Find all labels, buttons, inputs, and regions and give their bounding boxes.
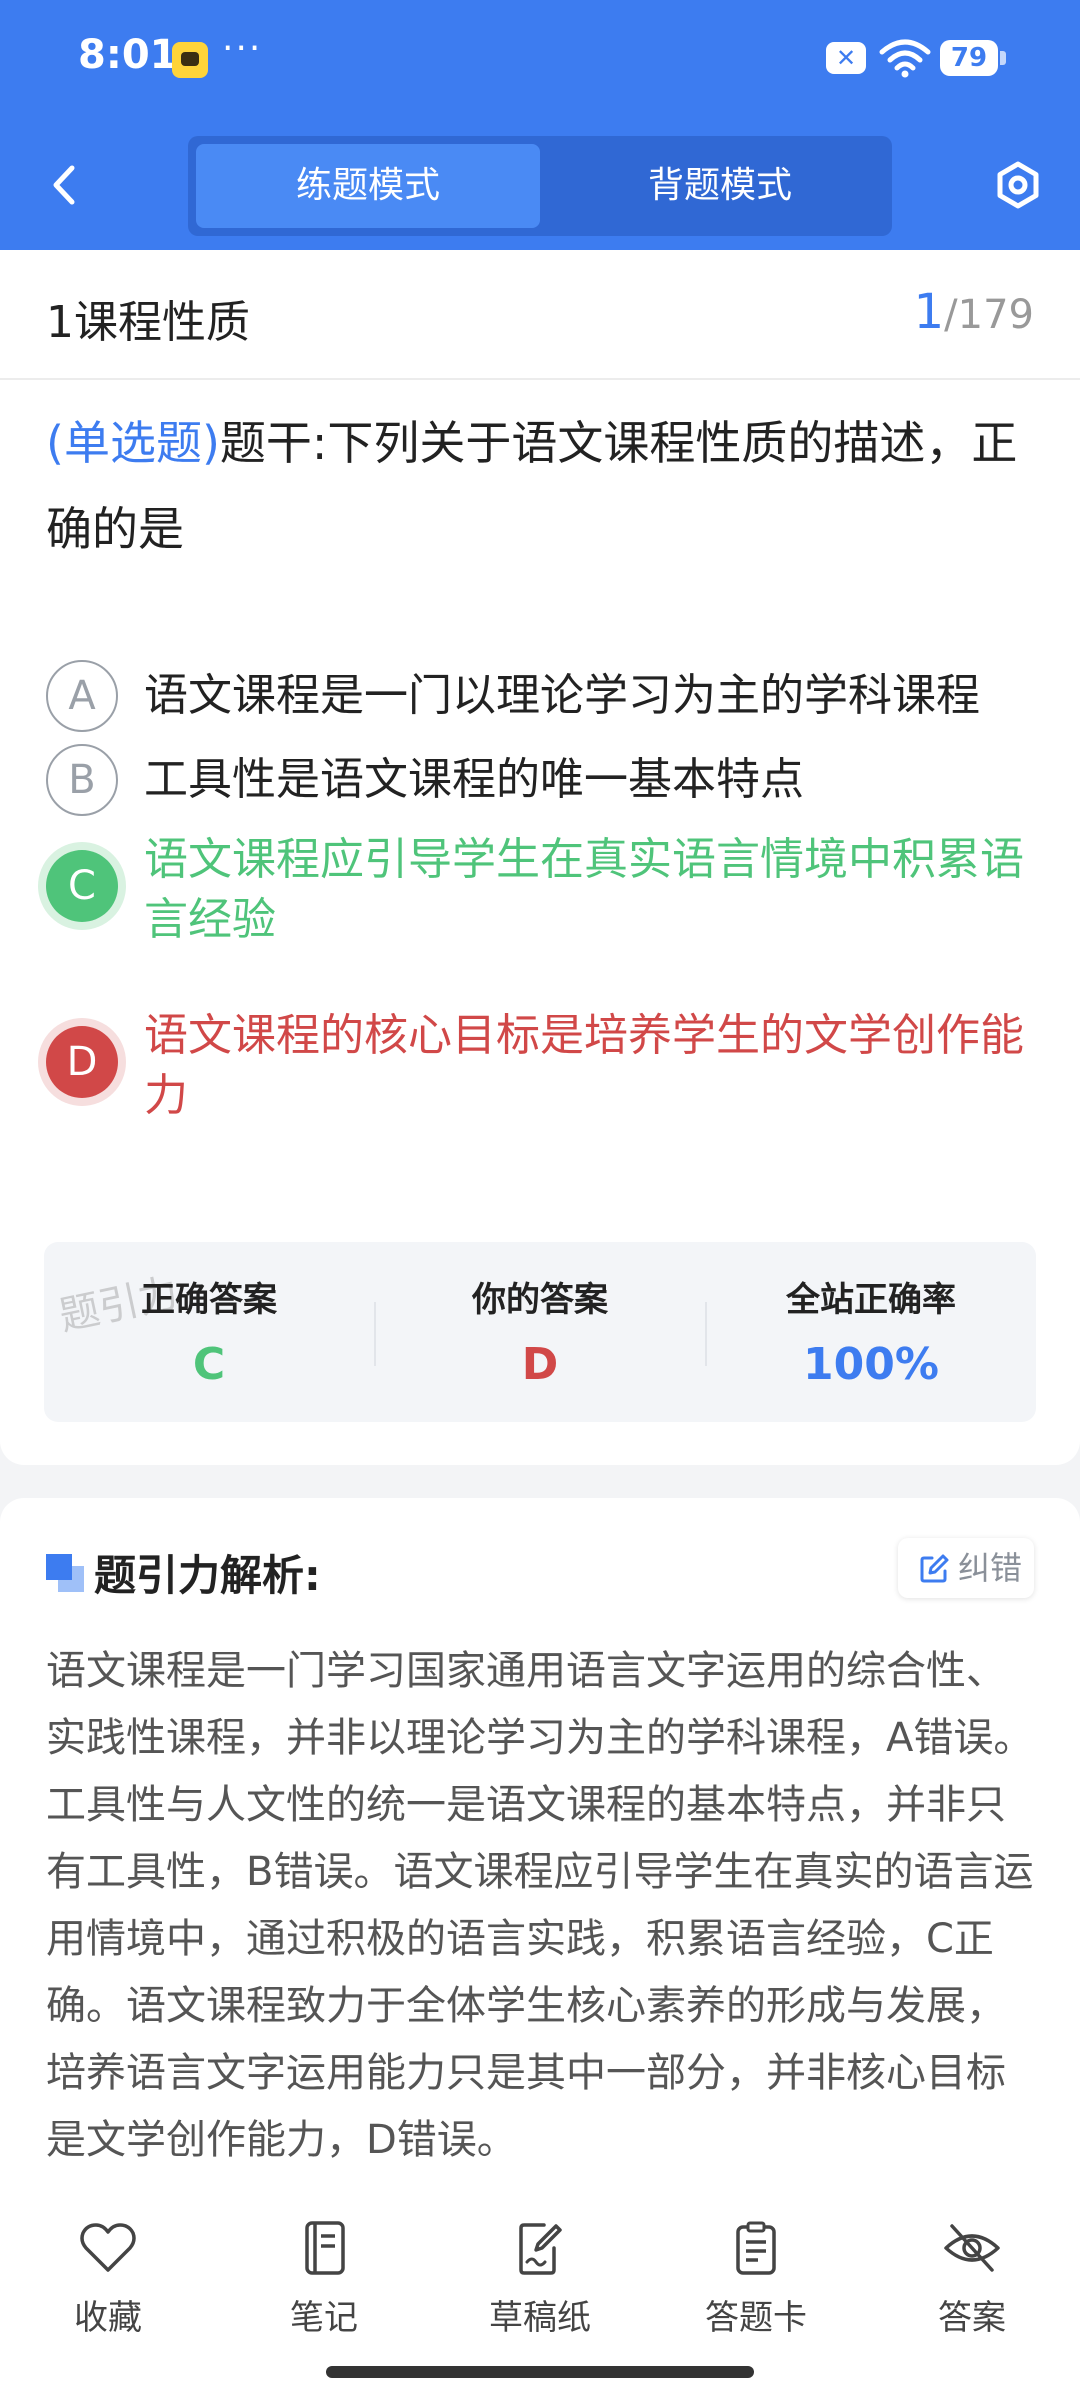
status-bar: 8:01 ··· ✕ 79 bbox=[0, 0, 1080, 120]
option-d-text: 语文课程的核心目标是培养学生的文学创作能力 bbox=[144, 1010, 1024, 1121]
battery-indicator: 79 bbox=[940, 40, 1006, 76]
nav-answer-sheet[interactable]: 答题卡 bbox=[676, 2220, 836, 2340]
wifi-icon bbox=[879, 39, 931, 78]
home-indicator[interactable] bbox=[326, 2366, 754, 2378]
nav-favorite-label: 收藏 bbox=[74, 2298, 142, 2338]
nav-draft-paper[interactable]: 草稿纸 bbox=[460, 2220, 620, 2340]
option-c-text: 语文课程应引导学生在真实语言情境中积累语言经验 bbox=[144, 834, 1024, 945]
nav-answer-toggle-label: 答案 bbox=[938, 2298, 1006, 2338]
answer-sheet-icon bbox=[736, 2221, 776, 2275]
question-topbar: 1课程性质 1/179 bbox=[0, 250, 1080, 380]
explanation-text: 语文课程是一门学习国家通用语言文字运用的综合性、实践性课程，并非以理论学习为主的… bbox=[46, 1648, 1034, 2163]
eye-off-icon bbox=[944, 2224, 1000, 2272]
app-header: 8:01 ··· ✕ 79 练题模式 背题模式 bbox=[0, 0, 1080, 250]
heart-icon bbox=[80, 2223, 136, 2272]
no-sim-icon: ✕ bbox=[826, 42, 866, 74]
correct-answer-value: C bbox=[192, 1339, 226, 1390]
option-b-text: 工具性是语文课程的唯一基本特点 bbox=[144, 754, 804, 805]
explanation-card: 题引力解析: 纠错 语文课程是一门学习国家通用语言文字运用的综合性、实践性课程，… bbox=[0, 1498, 1080, 2228]
draft-paper-icon bbox=[519, 2223, 562, 2275]
settings-icon[interactable] bbox=[988, 150, 1048, 220]
tab-practice-mode[interactable]: 练题模式 bbox=[196, 144, 540, 228]
your-answer-label: 你的答案 bbox=[472, 1280, 608, 1320]
correct-answer-block: 正确答案 C bbox=[44, 1272, 374, 1390]
option-a-text: 语文课程是一门以理论学习为主的学科课程 bbox=[144, 670, 980, 721]
nav-notes[interactable]: 笔记 bbox=[244, 2220, 404, 2340]
nav-notes-label: 笔记 bbox=[290, 2298, 358, 2338]
accuracy-rate-block: 全站正确率 100% bbox=[706, 1272, 1036, 1390]
tab-memorize-mode[interactable]: 背题模式 bbox=[548, 144, 892, 228]
nav-draft-paper-label: 草稿纸 bbox=[489, 2298, 591, 2338]
accuracy-rate-label: 全站正确率 bbox=[786, 1280, 956, 1320]
question-type: (单选题) bbox=[46, 416, 220, 470]
option-a-circle: A bbox=[46, 660, 118, 732]
report-error-button[interactable]: 纠错 bbox=[898, 1538, 1034, 1598]
correct-answer-label: 正确答案 bbox=[141, 1280, 277, 1320]
nav-answer-toggle[interactable]: 答案 bbox=[892, 2220, 1052, 2340]
nav-answer-sheet-label: 答题卡 bbox=[705, 2298, 807, 2338]
option-b-circle: B bbox=[46, 744, 118, 816]
your-answer-block: 你的答案 D bbox=[375, 1272, 705, 1390]
total-questions: /179 bbox=[944, 292, 1034, 338]
explanation-title: 题引力解析: bbox=[94, 1551, 321, 1600]
answer-summary-panel: 题引力 正确答案 C 你的答案 D 全站正确率 100% bbox=[44, 1242, 1036, 1422]
explanation-logo-icon bbox=[46, 1554, 84, 1592]
accuracy-rate-value: 100% bbox=[803, 1339, 939, 1390]
option-d-circle: D bbox=[46, 1026, 118, 1098]
your-answer-value: D bbox=[521, 1339, 559, 1390]
back-button[interactable] bbox=[38, 150, 90, 220]
status-more-indicator: ··· bbox=[222, 28, 263, 69]
nav-favorite[interactable]: 收藏 bbox=[28, 2220, 188, 2340]
status-time: 8:01 bbox=[78, 32, 178, 78]
chapter-title: 1课程性质 bbox=[46, 297, 250, 348]
option-c-circle: C bbox=[46, 850, 118, 922]
question-stem: (单选题)题干:下列关于语文课程性质的描述，正确的是 bbox=[46, 400, 1036, 572]
bottom-toolbar: 收藏 笔记 草稿纸 答题卡 答案 bbox=[0, 2190, 1080, 2400]
notebook-icon bbox=[305, 2221, 345, 2275]
app-notification-icon bbox=[172, 42, 208, 78]
mode-switch: 练题模式 背题模式 bbox=[188, 136, 892, 236]
question-card: 1课程性质 1/179 (单选题)题干:下列关于语文课程性质的描述，正确的是 A… bbox=[0, 250, 1080, 1465]
report-error-label: 纠错 bbox=[958, 1549, 1023, 1587]
edit-icon bbox=[920, 1554, 949, 1583]
question-counter: 1/179 bbox=[914, 284, 1034, 340]
current-question-number: 1 bbox=[913, 284, 945, 340]
